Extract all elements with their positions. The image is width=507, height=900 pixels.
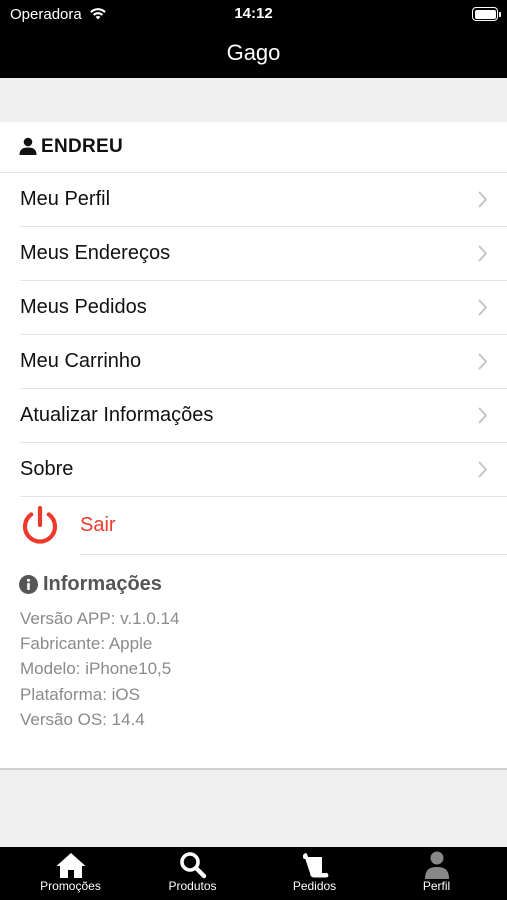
info-platform: Plataforma: iOS	[20, 685, 140, 704]
orders-icon	[302, 853, 328, 878]
menu-item-label: Meu Perfil	[20, 188, 111, 210]
navigation-bar: Gago	[0, 30, 507, 78]
tab-label: Pedidos	[292, 879, 337, 893]
menu-item-meu-perfil[interactable]: Meu Perfil	[0, 173, 507, 227]
chevron-right-icon	[478, 299, 487, 316]
background-band	[0, 78, 507, 122]
user-header: ENDREU	[0, 122, 507, 173]
info-app-version: Versão APP: v.1.0.14	[20, 609, 180, 628]
menu-item-label: Sobre	[20, 458, 74, 480]
menu-item-label: Meus Pedidos	[20, 296, 147, 318]
tab-perfil[interactable]: Perfil	[373, 847, 500, 900]
power-icon	[22, 505, 58, 544]
page-title: Gago	[226, 40, 281, 65]
chevron-right-icon	[478, 407, 487, 424]
tab-label: Perfil	[422, 879, 451, 893]
chevron-right-icon	[478, 191, 487, 208]
background-band	[0, 770, 507, 847]
status-bar: Operadora 14:12	[0, 0, 507, 30]
info-manufacturer: Fabricante: Apple	[20, 634, 153, 653]
battery-icon	[472, 7, 501, 21]
clock: 14:12	[234, 5, 273, 22]
info-icon	[19, 575, 38, 594]
info-title: Informações	[43, 573, 162, 595]
tab-label: Promoções	[40, 879, 101, 893]
menu-item-atualizar-informacoes[interactable]: Atualizar Informações	[0, 389, 507, 443]
info-os-version: Versão OS: 14.4	[20, 710, 145, 729]
tab-promocoes[interactable]: Promoções	[7, 847, 134, 900]
tab-produtos[interactable]: Produtos	[129, 847, 256, 900]
menu-item-meus-pedidos[interactable]: Meus Pedidos	[0, 281, 507, 335]
tab-pedidos[interactable]: Pedidos	[251, 847, 378, 900]
chevron-right-icon	[478, 245, 487, 262]
menu-item-meu-carrinho[interactable]: Meu Carrinho	[0, 335, 507, 389]
profile-card: ENDREU Meu Perfil Meus Endereços Meus Pe…	[0, 122, 507, 770]
menu-item-label: Meu Carrinho	[20, 350, 142, 372]
menu-item-label: Meus Endereços	[20, 242, 171, 264]
home-icon	[56, 853, 85, 878]
tab-bar: Promoções Produtos Pedidos Perfil	[0, 847, 507, 900]
tab-label: Produtos	[168, 879, 217, 893]
profile-icon	[424, 851, 449, 879]
menu-item-sobre[interactable]: Sobre	[0, 443, 507, 497]
user-name: ENDREU	[41, 136, 124, 157]
logout-button[interactable]: Sair	[0, 495, 507, 555]
search-icon	[179, 852, 206, 879]
chevron-right-icon	[478, 353, 487, 370]
divider	[80, 554, 507, 555]
chevron-right-icon	[478, 461, 487, 478]
info-model: Modelo: iPhone10,5	[20, 659, 172, 678]
user-icon	[19, 137, 37, 155]
menu-item-meus-enderecos[interactable]: Meus Endereços	[0, 227, 507, 281]
logout-label: Sair	[80, 514, 116, 536]
menu-item-label: Atualizar Informações	[20, 404, 214, 426]
